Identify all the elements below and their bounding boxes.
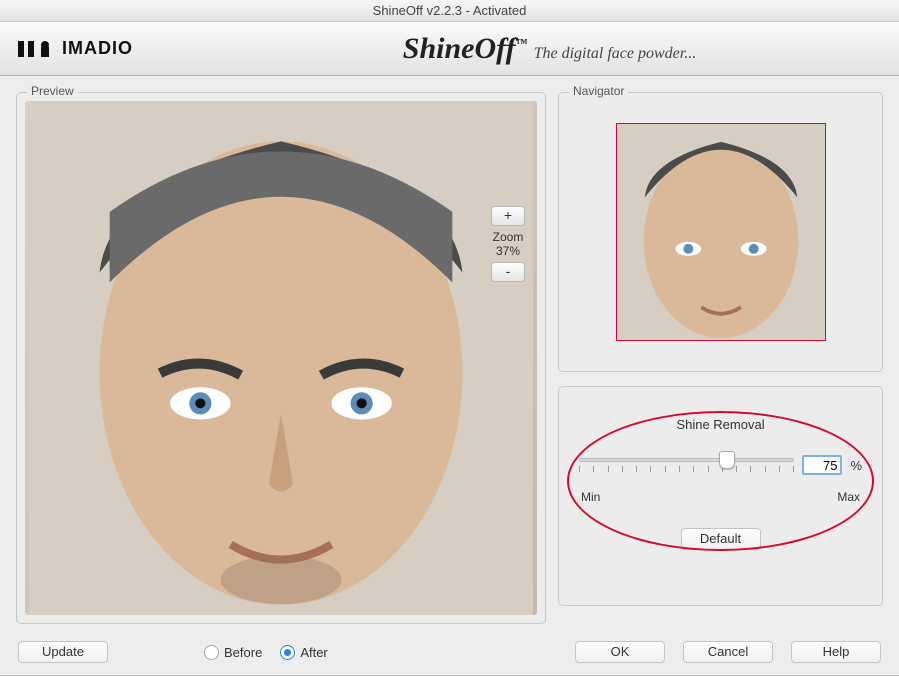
- preview-label: Preview: [27, 84, 78, 98]
- footer-bar: Update Before After OK Cancel Help: [0, 629, 899, 675]
- navigator-panel: Navigator: [558, 92, 883, 372]
- radio-icon: [204, 645, 219, 660]
- after-label: After: [300, 645, 327, 660]
- ok-button[interactable]: OK: [575, 641, 665, 663]
- zoom-value: 37%: [488, 244, 528, 258]
- percent-label: %: [850, 458, 862, 473]
- shine-removal-title: Shine Removal: [579, 417, 862, 432]
- zoom-controls: + Zoom 37% -: [488, 204, 528, 284]
- product-tagline: The digital face powder...: [534, 45, 697, 63]
- default-button[interactable]: Default: [681, 528, 761, 550]
- zoom-label: Zoom: [488, 230, 528, 244]
- after-radio[interactable]: After: [280, 645, 327, 660]
- radio-icon: [280, 645, 295, 660]
- slider-max-label: Max: [837, 490, 860, 504]
- before-label: Before: [224, 645, 262, 660]
- update-button[interactable]: Update: [18, 641, 108, 663]
- window-title: ShineOff v2.2.3 - Activated: [0, 0, 899, 22]
- navigator-thumbnail[interactable]: [616, 123, 826, 341]
- cancel-button[interactable]: Cancel: [683, 641, 773, 663]
- brand-bar: IMADIO ShineOff™ The digital face powder…: [0, 22, 899, 76]
- preview-image[interactable]: [25, 101, 537, 615]
- slider-min-label: Min: [581, 490, 600, 504]
- company-name: IMADIO: [62, 38, 133, 59]
- shine-removal-value[interactable]: [802, 455, 842, 475]
- zoom-out-button[interactable]: -: [491, 262, 525, 282]
- help-button[interactable]: Help: [791, 641, 881, 663]
- preview-panel: Preview: [16, 92, 546, 624]
- shine-removal-slider[interactable]: [579, 450, 794, 480]
- product-title-wrap: ShineOff™ The digital face powder...: [290, 32, 809, 66]
- app-window: ShineOff v2.2.3 - Activated IMADIO Shine…: [0, 0, 899, 676]
- zoom-in-button[interactable]: +: [491, 206, 525, 226]
- product-name: ShineOff™: [403, 32, 528, 66]
- view-toggle: Before After: [204, 645, 328, 660]
- logo-icon: [18, 39, 54, 59]
- slider-thumb[interactable]: [719, 451, 735, 469]
- company-logo: IMADIO: [18, 38, 278, 59]
- shine-removal-panel: Shine Removal % Min Max: [558, 386, 883, 606]
- before-radio[interactable]: Before: [204, 645, 262, 660]
- navigator-label: Navigator: [569, 84, 628, 98]
